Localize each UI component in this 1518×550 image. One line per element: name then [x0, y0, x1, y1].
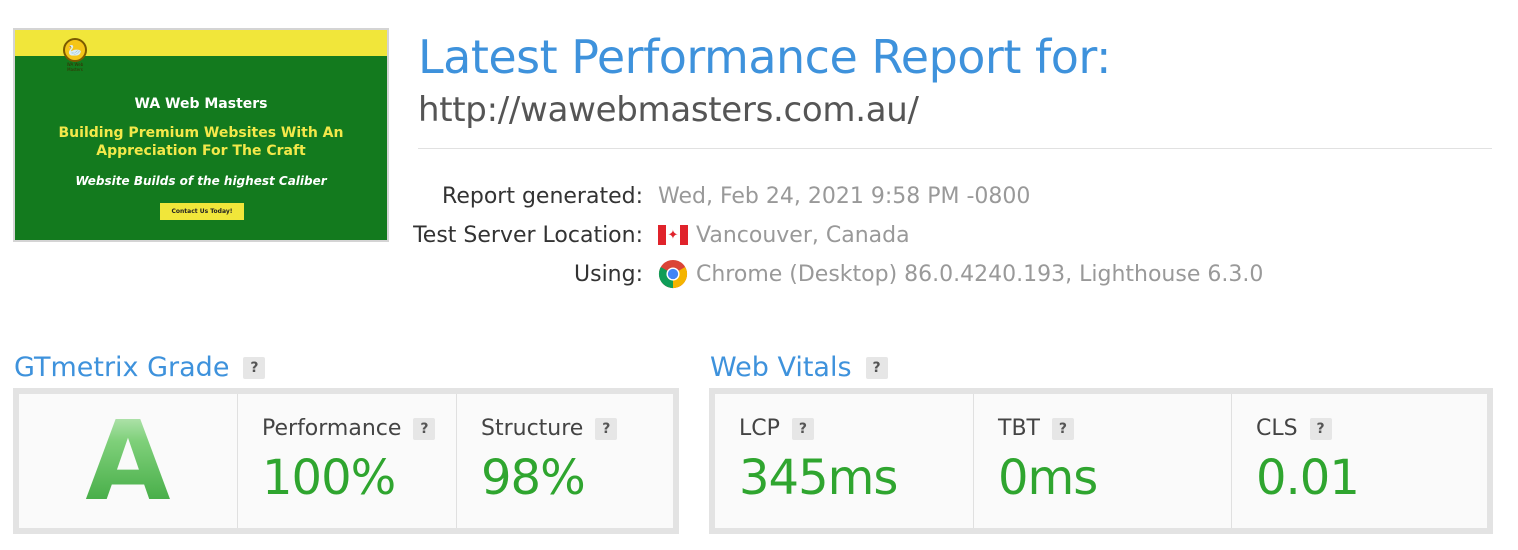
thumbnail-logo-text: WA Web Masters	[66, 62, 84, 72]
chrome-icon	[658, 259, 688, 289]
report-url[interactable]: http://wawebmasters.com.au/	[418, 90, 919, 130]
thumbnail-brand: WA Web Masters	[134, 96, 268, 112]
location-value: Vancouver, Canada	[696, 222, 910, 248]
meta-test-location: Test Server Location: ✦ Vancouver, Canad…	[400, 220, 910, 250]
tbt-label: TBT	[998, 416, 1040, 441]
cls-value: 0.01	[1256, 450, 1360, 506]
tbt-value: 0ms	[998, 450, 1098, 506]
gtmetrix-grade-heading: GTmetrix Grade ?	[14, 352, 266, 383]
lcp-value: 345ms	[739, 450, 898, 506]
thumbnail-headline: Building Premium Websites With An Apprec…	[58, 125, 344, 159]
lcp-label: LCP	[739, 416, 780, 441]
tbt-help-icon[interactable]: ?	[1051, 417, 1074, 440]
grade-help-icon[interactable]: ?	[243, 356, 266, 379]
web-vitals-title: Web Vitals	[710, 352, 852, 383]
performance-cell: Performance ? 100%	[237, 394, 456, 528]
report-generated-label: Report generated:	[442, 183, 643, 209]
structure-cell: Structure ? 98%	[456, 394, 673, 528]
meta-report-generated: Report generated: Wed, Feb 24, 2021 9:58…	[400, 181, 1030, 211]
tbt-cell: TBT ? 0ms	[973, 394, 1231, 528]
lcp-help-icon[interactable]: ?	[791, 417, 814, 440]
grade-letter: A	[19, 394, 237, 528]
report-generated-value: Wed, Feb 24, 2021 9:58 PM -0800	[658, 183, 1031, 209]
thumbnail-cta-button: Contact Us Today!	[160, 203, 244, 220]
web-vitals-heading: Web Vitals ?	[710, 352, 888, 383]
cls-label: CLS	[1256, 416, 1298, 441]
location-value-wrap: ✦ Vancouver, Canada	[658, 223, 910, 248]
canada-flag-icon: ✦	[658, 225, 688, 245]
cls-cell: CLS ? 0.01	[1231, 394, 1487, 528]
header-divider	[418, 148, 1492, 149]
page-title: Latest Performance Report for:	[418, 30, 1111, 84]
web-vitals-panel: LCP ? 345ms TBT ? 0ms CLS ? 0.01	[709, 388, 1493, 534]
swan-logo-icon: 🦢	[63, 38, 87, 62]
cls-help-icon[interactable]: ?	[1309, 417, 1332, 440]
using-value: Chrome (Desktop) 86.0.4240.193, Lighthou…	[696, 261, 1264, 287]
using-label: Using:	[574, 261, 643, 287]
grade-cell: A	[19, 394, 237, 528]
meta-using: Using: Chrome (Desktop) 86.0.4240.193, L…	[400, 259, 1263, 289]
site-screenshot-thumbnail[interactable]: 🦢 WA Web Masters WA Web Masters Building…	[13, 28, 389, 242]
using-value-wrap: Chrome (Desktop) 86.0.4240.193, Lighthou…	[658, 259, 1263, 289]
performance-label: Performance	[262, 416, 402, 441]
vitals-help-icon[interactable]: ?	[865, 356, 888, 379]
performance-help-icon[interactable]: ?	[413, 417, 436, 440]
performance-value: 100%	[262, 450, 396, 506]
lcp-cell: LCP ? 345ms	[715, 394, 973, 528]
structure-label: Structure	[481, 416, 584, 441]
gtmetrix-grade-title: GTmetrix Grade	[14, 352, 230, 383]
structure-value: 98%	[481, 450, 586, 506]
gtmetrix-grade-panel: A Performance ? 100% Structure ? 98%	[13, 388, 679, 534]
structure-help-icon[interactable]: ?	[595, 417, 618, 440]
thumbnail-tagline: Website Builds of the highest Caliber	[75, 174, 327, 188]
location-label: Test Server Location:	[413, 222, 643, 248]
